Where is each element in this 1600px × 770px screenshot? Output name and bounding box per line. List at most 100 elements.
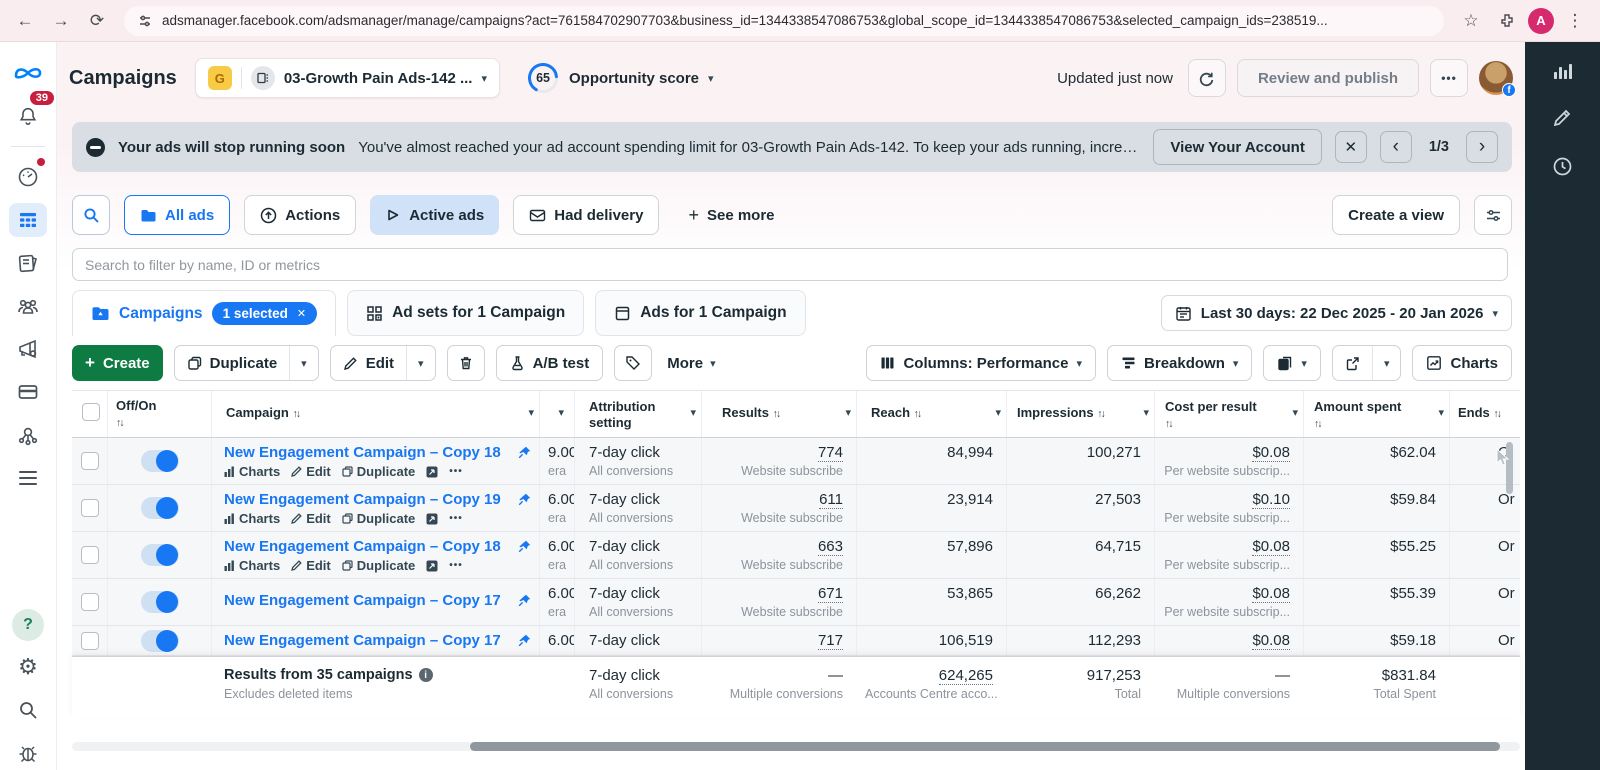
header-campaign[interactable]: Campaign ↑↓▾ <box>212 391 540 437</box>
report-bug-icon[interactable] <box>9 736 47 770</box>
campaign-toggle[interactable] <box>141 630 179 652</box>
campaign-name-link[interactable]: New Engagement Campaign – Copy 18 <box>224 538 512 555</box>
account-overview-icon[interactable] <box>9 160 47 194</box>
row-duplicate-action[interactable]: Duplicate <box>342 464 416 479</box>
row-checkbox[interactable] <box>81 452 99 470</box>
campaign-toggle[interactable] <box>141 450 179 472</box>
opportunity-score[interactable]: 65 Opportunity score ▾ <box>526 61 714 95</box>
insights-chart-icon[interactable] <box>1552 60 1574 82</box>
edit-dropdown-icon[interactable]: ▾ <box>406 346 435 380</box>
address-bar[interactable]: adsmanager.facebook.com/adsmanager/manag… <box>124 6 1444 36</box>
select-all-checkbox[interactable] <box>82 403 100 421</box>
campaign-toggle[interactable] <box>141 497 179 519</box>
header-budget-truncated[interactable]: ▾ <box>540 391 575 437</box>
create-view-button[interactable]: Create a view <box>1332 195 1460 235</box>
row-edit-action[interactable]: Edit <box>291 511 331 526</box>
create-button[interactable]: +Create <box>72 345 163 381</box>
assets-network-icon[interactable] <box>9 418 47 452</box>
tab-adsets[interactable]: Ad sets for 1 Campaign <box>347 290 584 336</box>
edit-button[interactable]: Edit <box>331 346 406 380</box>
row-charts-action[interactable]: Charts <box>224 511 280 526</box>
header-amount-spent[interactable]: Amount spent↑↓▾ <box>1304 391 1450 437</box>
header-cost-per-result[interactable]: Cost per result↑↓▾ <box>1155 391 1304 437</box>
banner-next-icon[interactable]: › <box>1466 131 1498 163</box>
filter-see-more[interactable]: + See more <box>673 195 789 235</box>
header-ends[interactable]: Ends ↑↓ <box>1450 391 1520 437</box>
more-button[interactable]: More▾ <box>663 355 719 372</box>
audiences-people-icon[interactable] <box>9 289 47 323</box>
notifications-bell-icon[interactable]: 39 <box>9 99 47 133</box>
clear-selection-icon[interactable]: ✕ <box>297 307 306 320</box>
row-edit-action[interactable]: Edit <box>291 464 331 479</box>
edit-pencil-icon[interactable] <box>1552 108 1574 130</box>
ad-account-selector[interactable]: G 03-Growth Pain Ads-142 ... ▾ <box>195 58 500 98</box>
bookmark-star-icon[interactable]: ☆ <box>1456 6 1486 36</box>
header-attribution[interactable]: Attribution setting▾ <box>575 391 702 437</box>
campaigns-table-icon[interactable] <box>9 203 47 237</box>
user-avatar[interactable]: f <box>1479 61 1513 95</box>
history-clock-icon[interactable] <box>1552 156 1574 178</box>
view-account-button[interactable]: View Your Account <box>1153 129 1321 165</box>
duplicate-button[interactable]: Duplicate <box>175 346 290 380</box>
campaign-toggle[interactable] <box>141 591 179 613</box>
row-checkbox[interactable] <box>81 593 99 611</box>
view-settings-button[interactable] <box>1474 195 1512 235</box>
header-reach[interactable]: Reach ↑↓▾ <box>857 391 1007 437</box>
reload-icon[interactable]: ⟳ <box>82 6 112 36</box>
ads-megaphone-icon[interactable] <box>9 332 47 366</box>
header-results[interactable]: Results ↑↓▾ <box>702 391 857 437</box>
more-options-button[interactable]: ••• <box>1430 59 1468 97</box>
charts-button[interactable]: Charts <box>1412 345 1512 381</box>
row-pixel-action[interactable] <box>426 466 438 478</box>
banner-prev-icon[interactable]: ‹ <box>1380 131 1412 163</box>
filter-all-ads[interactable]: All ads <box>124 195 230 235</box>
export-button[interactable] <box>1333 346 1372 380</box>
row-charts-action[interactable]: Charts <box>224 464 280 479</box>
ab-test-button[interactable]: A/B test <box>496 345 604 381</box>
row-duplicate-action[interactable]: Duplicate <box>342 511 416 526</box>
horizontal-scrollbar-thumb[interactable] <box>470 742 1500 751</box>
duplicate-dropdown-icon[interactable]: ▾ <box>289 346 318 380</box>
delete-button[interactable] <box>447 345 485 381</box>
row-more-action[interactable]: ••• <box>449 466 463 477</box>
meta-logo[interactable] <box>9 56 47 90</box>
campaign-name-link[interactable]: New Engagement Campaign – Copy 19 <box>224 491 512 508</box>
reports-button[interactable]: ▾ <box>1263 345 1321 381</box>
row-checkbox[interactable] <box>81 546 99 564</box>
row-pixel-action[interactable] <box>426 513 438 525</box>
date-range-selector[interactable]: Last 30 days: 22 Dec 2025 - 20 Jan 2026 … <box>1161 295 1512 331</box>
extensions-icon[interactable] <box>1492 6 1522 36</box>
campaign-name-link[interactable]: New Engagement Campaign – Copy 17 <box>224 632 512 649</box>
breakdown-button[interactable]: Breakdown▾ <box>1107 345 1252 381</box>
billing-card-icon[interactable] <box>9 375 47 409</box>
browser-profile-avatar[interactable]: A <box>1528 8 1554 34</box>
review-publish-button[interactable]: Review and publish <box>1237 59 1419 97</box>
tab-campaigns[interactable]: Campaigns 1 selected ✕ <box>72 290 336 336</box>
header-impressions[interactable]: Impressions ↑↓▾ <box>1007 391 1155 437</box>
back-icon[interactable]: ← <box>10 6 40 36</box>
row-checkbox[interactable] <box>81 499 99 517</box>
filter-had-delivery[interactable]: Had delivery <box>513 195 659 235</box>
settings-gear-icon[interactable]: ⚙ <box>9 650 47 684</box>
tab-ads[interactable]: Ads for 1 Campaign <box>595 290 805 336</box>
browser-menu-icon[interactable]: ⋮ <box>1560 6 1590 36</box>
export-dropdown-icon[interactable]: ▾ <box>1372 346 1401 380</box>
row-charts-action[interactable]: Charts <box>224 558 280 573</box>
campaign-name-link[interactable]: New Engagement Campaign – Copy 17 <box>224 592 512 609</box>
info-icon[interactable]: i <box>419 668 433 682</box>
help-icon[interactable]: ? <box>12 609 44 641</box>
columns-button[interactable]: Columns: Performance▾ <box>866 345 1096 381</box>
filter-active-ads[interactable]: Active ads <box>370 195 499 235</box>
tag-button[interactable] <box>614 345 652 381</box>
row-pixel-action[interactable] <box>426 560 438 572</box>
row-duplicate-action[interactable]: Duplicate <box>342 558 416 573</box>
filter-search-button[interactable] <box>72 195 110 235</box>
row-checkbox[interactable] <box>81 632 99 650</box>
row-more-action[interactable]: ••• <box>449 513 463 524</box>
search-tool-icon[interactable] <box>9 693 47 727</box>
campaign-toggle[interactable] <box>141 544 179 566</box>
banner-close-icon[interactable]: ✕ <box>1335 131 1367 163</box>
filter-actions[interactable]: Actions <box>244 195 356 235</box>
row-more-action[interactable]: ••• <box>449 560 463 571</box>
site-info-icon[interactable] <box>138 14 152 28</box>
